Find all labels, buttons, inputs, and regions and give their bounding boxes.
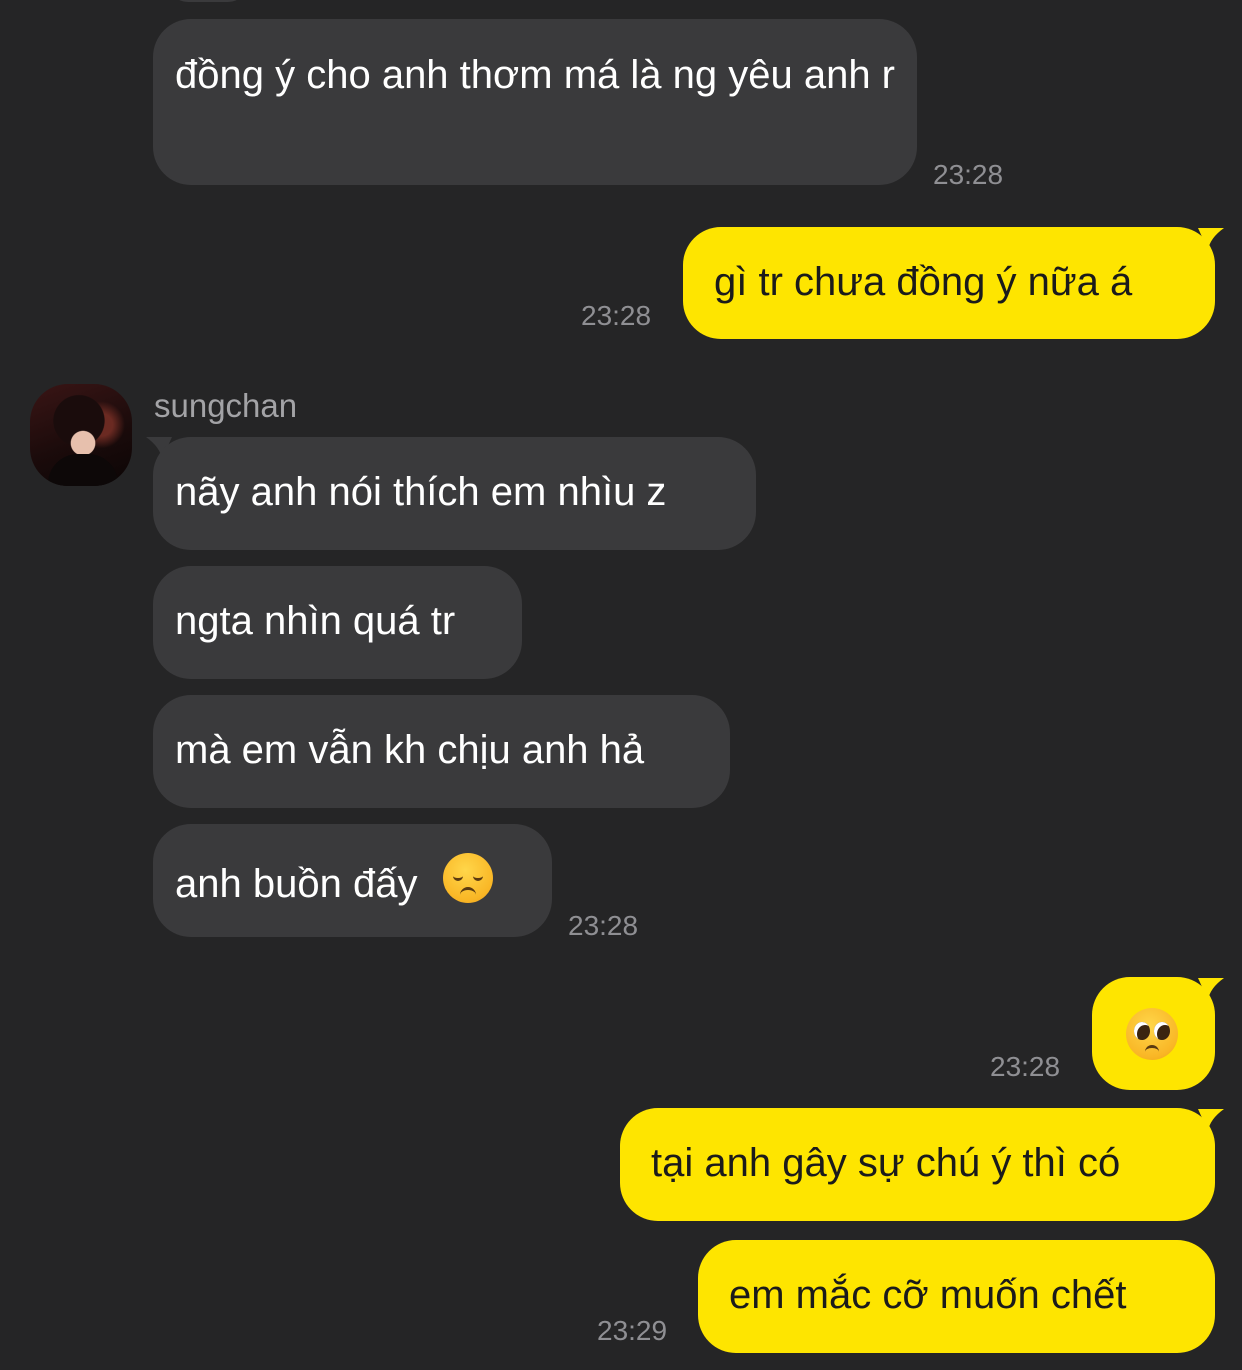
message-timestamp: 23:29 [597, 1315, 668, 1346]
message-text: mà em vẫn kh chịu anh hả [175, 728, 645, 772]
incoming-message-bubble[interactable]: đồng ý cho anh thơm má là ng yêu anh r [153, 19, 917, 185]
message-timestamp: 23:28 [933, 159, 1004, 190]
message-text: tại anh gây sự chú ý thì có [651, 1141, 1121, 1185]
outgoing-message-bubble[interactable]: gì tr chưa đồng ý nữa á [683, 227, 1215, 339]
outgoing-message-bubble[interactable]: tại anh gây sự chú ý thì có [620, 1108, 1215, 1221]
incoming-message-bubble[interactable]: anh buồn đấy [153, 824, 552, 937]
message-timestamp: 23:28 [990, 1051, 1061, 1082]
bubble-tail-icon [1198, 228, 1224, 250]
outgoing-message-bubble[interactable]: em mắc cỡ muốn chết [698, 1240, 1215, 1353]
bubble-tail-icon [1198, 1109, 1224, 1131]
avatar[interactable] [30, 384, 132, 486]
message-timestamp: 23:28 [568, 910, 639, 941]
message-text: nãy anh nói thích em nhìu z [175, 470, 667, 514]
incoming-message-bubble[interactable]: mà em vẫn kh chịu anh hả [153, 695, 730, 808]
message-text: ngta nhìn quá tr [175, 599, 456, 643]
message-timestamp: 23:28 [581, 300, 652, 331]
bubble-tail-icon [1198, 978, 1224, 1000]
message-text: anh buồn đấy [175, 862, 418, 906]
message-text: gì tr chưa đồng ý nữa á [714, 260, 1133, 304]
partial-bubble-top [168, 0, 248, 2]
pleading-face-icon [1126, 1008, 1178, 1060]
outgoing-emoji-bubble[interactable] [1092, 977, 1215, 1090]
disappointed-face-icon [442, 853, 493, 903]
sender-name: sungchan [154, 387, 298, 424]
incoming-message-bubble[interactable]: ngta nhìn quá tr [153, 566, 522, 679]
message-text: em mắc cỡ muốn chết [729, 1273, 1127, 1317]
message-text: đồng ý cho anh thơm má là ng yêu anh r [175, 53, 895, 97]
incoming-message-bubble[interactable]: nãy anh nói thích em nhìu z [153, 437, 756, 550]
